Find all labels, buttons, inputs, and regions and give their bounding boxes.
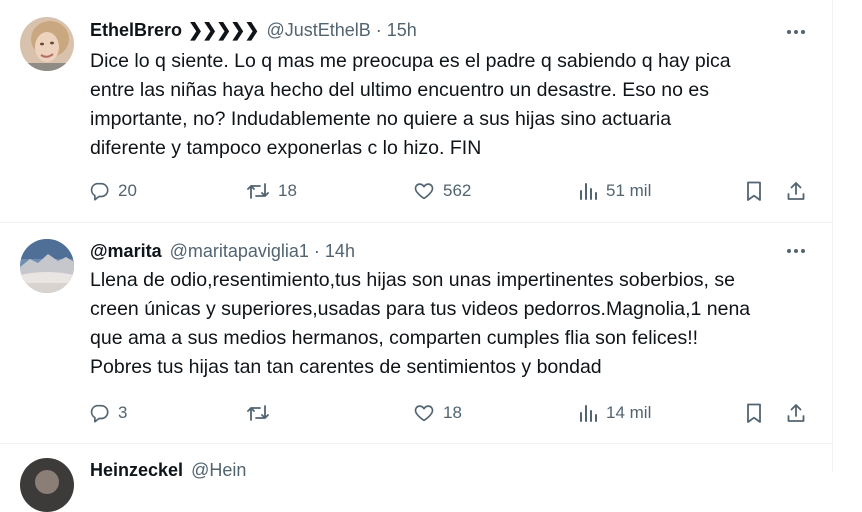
like-count: 562: [443, 181, 472, 200]
tweet[interactable]: @marita @maritapaviglia1 · 14h Llena de …: [0, 223, 832, 444]
reply-count: 20: [118, 181, 137, 200]
tweet-header: @marita @maritapaviglia1 · 14h: [90, 239, 780, 263]
tweet-header: Heinzeckel @Hein: [90, 458, 780, 482]
separator-dot: ·: [375, 19, 382, 40]
views-button[interactable]: 51 mil: [578, 176, 651, 206]
reply-button[interactable]: 3: [88, 398, 127, 428]
share-button[interactable]: [785, 176, 807, 206]
views-count: 14 mil: [606, 403, 652, 422]
more-options-icon[interactable]: [782, 20, 810, 44]
avatar[interactable]: [20, 17, 74, 71]
bookmark-button[interactable]: [744, 398, 764, 428]
timeline-feed: EthelBrero ❯❯❯❯❯ @JustEthelB · 15h Dice …: [0, 0, 833, 512]
retweet-icon: [247, 405, 269, 421]
bookmark-button[interactable]: [744, 176, 764, 206]
display-name[interactable]: EthelBrero: [90, 20, 182, 41]
display-name[interactable]: @marita: [90, 241, 162, 262]
retweet-button[interactable]: [246, 398, 278, 428]
share-button[interactable]: [785, 398, 807, 428]
heart-icon: [414, 405, 434, 422]
tweet-text-line: Pobres tus hijas tan tan carentes de sen…: [90, 356, 602, 378]
tweet-text-line: entre las niñas haya hecho del ultimo en…: [90, 79, 709, 101]
heart-icon: [414, 183, 434, 200]
tweet-text-line: que ama a sus medios hermanos, comparten…: [90, 327, 699, 349]
tweet-text: Llena de odio,resentimiento,tus hijas so…: [90, 266, 804, 382]
bookmark-icon: [747, 181, 761, 201]
retweet-icon: [247, 183, 269, 199]
more-options-icon[interactable]: [782, 239, 810, 263]
tweet-text-line: Llena de odio,resentimiento,tus hijas so…: [90, 269, 735, 291]
tweet-actions: 20 18 562 51 mil: [0, 176, 832, 206]
timestamp[interactable]: 14h: [325, 241, 355, 262]
like-button[interactable]: 562: [413, 176, 471, 206]
display-name[interactable]: Heinzeckel: [90, 460, 183, 481]
share-icon: [787, 404, 805, 422]
retweet-button[interactable]: 18: [246, 176, 297, 206]
bookmark-icon: [747, 403, 761, 423]
separator-dot: ·: [313, 240, 320, 261]
retweet-count: 18: [278, 181, 297, 200]
tweet[interactable]: EthelBrero ❯❯❯❯❯ @JustEthelB · 15h Dice …: [0, 0, 832, 223]
views-chart-icon: [580, 405, 597, 422]
reply-icon: [90, 182, 109, 201]
share-icon: [787, 182, 805, 200]
user-handle[interactable]: @maritapaviglia1: [170, 241, 309, 262]
tweet-text: Dice lo q siente. Lo q mas me preocupa e…: [90, 47, 804, 163]
user-handle[interactable]: @JustEthelB: [266, 20, 370, 41]
tweet[interactable]: Heinzeckel @Hein: [0, 444, 832, 512]
tweet-actions: 3 18 14 mil: [0, 398, 832, 428]
tweet-text-line: creen únicas y superiores,usadas para tu…: [90, 298, 751, 320]
views-count: 51 mil: [606, 181, 652, 200]
timestamp[interactable]: 15h: [387, 20, 417, 41]
avatar[interactable]: [20, 458, 74, 512]
tweet-header: EthelBrero ❯❯❯❯❯ @JustEthelB · 15h: [90, 18, 780, 42]
user-handle[interactable]: @Hein: [191, 460, 246, 481]
display-name-decoration: ❯❯❯❯❯: [188, 19, 259, 40]
avatar[interactable]: [20, 239, 74, 293]
reply-button[interactable]: 20: [88, 176, 137, 206]
views-chart-icon: [580, 183, 597, 200]
reply-count: 3: [118, 403, 128, 422]
tweet-text-line: importante, no? Indudablemente no quiere…: [90, 108, 672, 130]
reply-icon: [90, 404, 109, 423]
like-button[interactable]: 18: [413, 398, 462, 428]
views-button[interactable]: 14 mil: [578, 398, 651, 428]
like-count: 18: [443, 403, 462, 422]
tweet-text-line: Dice lo q siente. Lo q mas me preocupa e…: [90, 50, 731, 72]
tweet-text-line: diferente y tampoco exponerlas c lo hizo…: [90, 137, 482, 159]
